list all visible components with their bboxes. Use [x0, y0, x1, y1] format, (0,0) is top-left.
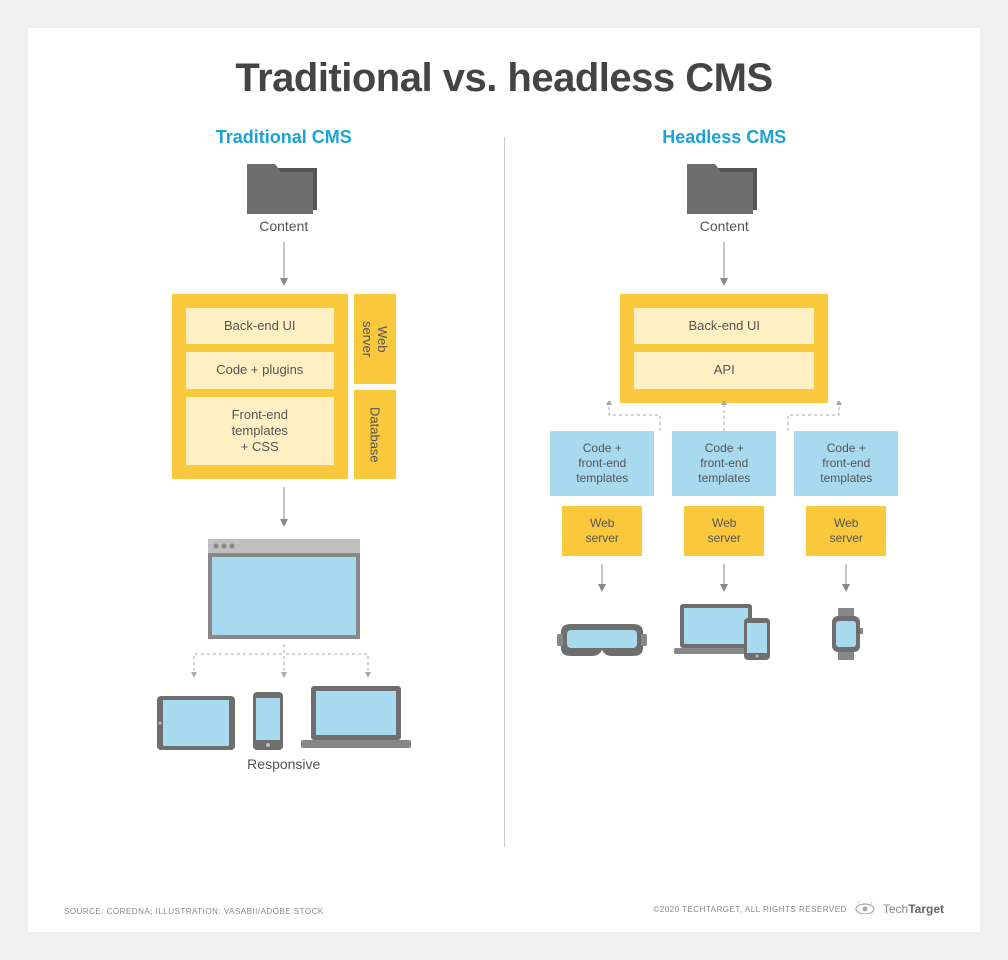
side-stack: Web server Database — [354, 294, 396, 479]
copyright: ©2020 TECHTARGET, ALL RIGHTS RESERVED — [653, 905, 847, 914]
web-server-box: Web server — [354, 294, 396, 384]
laptop-phone-icon — [674, 604, 774, 660]
folder-icon — [245, 158, 323, 214]
folder-icon — [685, 158, 763, 214]
source-credit: SOURCE: COREDNA; ILLUSTRATION: VASABII/A… — [64, 907, 324, 916]
arrow-icon — [718, 242, 730, 286]
arrow-icon — [278, 487, 290, 527]
frontend-template-box: Code + front-end templates — [672, 431, 776, 496]
smartwatch-icon — [824, 608, 868, 660]
arrow-icon — [718, 564, 730, 592]
columns: Traditional CMS Content Back-end UI Code… — [64, 127, 944, 847]
headless-heading: Headless CMS — [662, 127, 786, 148]
web-server-box: Web server — [684, 506, 764, 556]
channels-row: Code + front-end templates Web server Co… — [550, 431, 898, 660]
responsive-label: Responsive — [247, 756, 320, 772]
diagram-title: Traditional vs. headless CMS — [64, 56, 944, 101]
traditional-stack: Back-end UI Code + plugins Front-end tem… — [172, 294, 396, 479]
tablet-icon — [157, 696, 235, 750]
channel-3: Code + front-end templates Web server — [794, 431, 898, 660]
traditional-column: Traditional CMS Content Back-end UI Code… — [64, 127, 504, 847]
eye-icon — [855, 902, 875, 916]
arrow-icon — [596, 564, 608, 592]
api-box: API — [634, 352, 814, 388]
laptop-icon — [301, 686, 411, 750]
web-server-box: Web server — [806, 506, 886, 556]
frontend-templates-box: Front-end templates + CSS — [186, 397, 334, 466]
footer: SOURCE: COREDNA; ILLUSTRATION: VASABII/A… — [64, 902, 944, 916]
dashed-connectors — [154, 644, 414, 678]
channel-1: Code + front-end templates Web server — [550, 431, 654, 660]
backend-ui-box: Back-end UI — [634, 308, 814, 344]
database-box: Database — [354, 390, 396, 480]
diagram-card: Traditional vs. headless CMS Traditional… — [28, 28, 980, 932]
traditional-heading: Traditional CMS — [216, 127, 352, 148]
backend-ui-box: Back-end UI — [186, 308, 334, 344]
responsive-devices — [157, 686, 411, 750]
arrow-icon — [840, 564, 852, 592]
techtarget-logo: TechTarget — [883, 902, 944, 916]
frontend-template-box: Code + front-end templates — [550, 431, 654, 496]
dashed-connectors — [550, 401, 898, 431]
content-label: Content — [259, 218, 308, 234]
code-plugins-box: Code + plugins — [186, 352, 334, 388]
content-label: Content — [700, 218, 749, 234]
frontend-template-box: Code + front-end templates — [794, 431, 898, 496]
channel-2: Code + front-end templates Web server — [672, 431, 776, 660]
arrow-icon — [278, 242, 290, 286]
vr-headset-icon — [557, 620, 647, 660]
headless-column: Headless CMS Content Back-end UI API — [505, 127, 945, 847]
cms-monolith-box: Back-end UI Code + plugins Front-end tem… — [172, 294, 348, 479]
phone-icon — [253, 692, 283, 750]
web-server-box: Web server — [562, 506, 642, 556]
browser-window-icon — [208, 539, 360, 644]
headless-backend-box: Back-end UI API — [620, 294, 828, 403]
